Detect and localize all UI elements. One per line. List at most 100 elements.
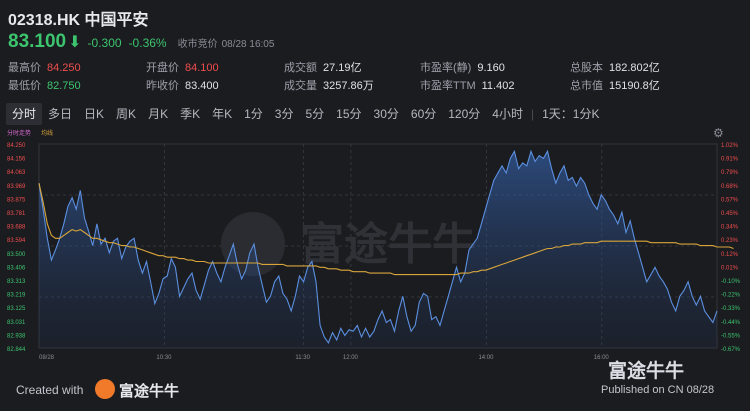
stat-9: 总市值 15190.8亿 [570, 77, 660, 93]
y-right-tick: 0.79% [721, 170, 739, 176]
tab-0[interactable]: 分时 [6, 103, 43, 125]
price-row: 83.100 ⬇ -0.300 -0.36% 收市竞价 08/28 16:05 [8, 31, 275, 52]
stat-3: 市盈率(静) 9.160 [420, 59, 505, 75]
tab-8[interactable]: 3分 [269, 103, 300, 125]
stat-6: 昨收价 83.400 [146, 77, 219, 93]
stat-8: 市盈率TTM 11.402 [420, 77, 514, 93]
stat-value: 182.802亿 [609, 62, 660, 74]
y-right-tick: 0.23% [721, 238, 739, 244]
tab-9[interactable]: 5分 [299, 103, 330, 125]
stat-1: 开盘价 84.100 [146, 59, 219, 75]
legend-price: 分时走势 [7, 129, 31, 137]
tab-4[interactable]: 月K [142, 103, 174, 125]
y-right-tick: -0.33% [721, 306, 741, 312]
stat-7: 成交量 3257.86万 [284, 77, 374, 93]
stat-value: 82.750 [47, 80, 81, 92]
tab-11[interactable]: 30分 [368, 103, 405, 125]
y-right-tick: 0.57% [721, 197, 739, 203]
stat-label: 最高价 [8, 62, 41, 74]
market-status: 收市竞价 [177, 39, 218, 50]
down-arrow-icon: ⬇ [68, 34, 82, 51]
x-tick: 11:30 [295, 355, 310, 361]
stat-label: 最低价 [8, 80, 41, 92]
y-right-tick: 0.68% [721, 184, 739, 190]
y-left-tick: 83.406 [7, 265, 26, 271]
price-change-pct: -0.36% [128, 36, 167, 50]
y-right-tick: -0.10% [721, 279, 741, 285]
futu-logo-text: 富途牛牛 [119, 383, 180, 400]
y-left-tick: 83.125 [7, 306, 26, 312]
y-left-tick: 84.250 [7, 143, 26, 149]
y-left-tick: 83.031 [7, 320, 26, 326]
footer: Created with 富途牛牛 富途牛牛 Published on CN 0… [0, 361, 750, 411]
y-right-tick: 0.01% [721, 265, 739, 271]
y-left-tick: 82.844 [7, 347, 26, 353]
published-text: Published on CN 08/28 [601, 384, 715, 396]
tab-10[interactable]: 15分 [330, 103, 367, 125]
stat-label: 开盘价 [146, 62, 179, 74]
tab-separator: | [530, 107, 535, 121]
last-price: 83.100 [8, 31, 67, 52]
stat-value: 83.400 [185, 80, 219, 92]
tab-2[interactable]: 日K [78, 103, 110, 125]
stat-value: 27.19亿 [323, 62, 362, 74]
legend-average: 均线 [41, 129, 53, 137]
tab-3[interactable]: 周K [110, 103, 142, 125]
x-tick: 08/28 [39, 355, 55, 361]
x-tick: 10:30 [156, 355, 172, 361]
intraday-chart-svg: 富途牛牛 84.250 84.156 84.063 83.969 83.875 83.781… [7, 129, 741, 361]
y-left-tick: 83.313 [7, 279, 26, 285]
y-right-tick: 0.34% [721, 225, 739, 231]
settings-gear-icon[interactable]: ⚙ [713, 126, 724, 140]
y-left-tick: 83.500 [7, 252, 26, 258]
stat-value: 3257.86万 [323, 80, 374, 92]
intraday-chart[interactable]: 富途牛牛 84.250 84.156 84.063 83.969 83.875 83.781… [5, 126, 745, 374]
stat-0: 最高价 84.250 [8, 59, 81, 75]
tab-13[interactable]: 120分 [442, 103, 486, 125]
stat-label: 总市值 [570, 80, 603, 92]
stat-value: 84.250 [47, 62, 81, 74]
y-right-tick: 0.91% [721, 157, 739, 163]
y-left-tick: 83.875 [7, 197, 26, 203]
stat-label: 昨收价 [146, 80, 179, 92]
y-left-tick: 82.938 [7, 333, 26, 339]
tab-7[interactable]: 1分 [238, 103, 269, 125]
y-left-tick: 83.969 [7, 184, 26, 190]
y-right-tick: -0.22% [721, 293, 741, 299]
price-change: -0.300 [87, 36, 122, 50]
stat-label: 总股本 [570, 62, 603, 74]
y-right-tick: -0.55% [721, 333, 741, 339]
stock-title: 02318.HK 中国平安 [8, 12, 149, 29]
period-tabs: 分时 多日 日K 周K 月K 季K 年K 1分 3分 5分 15分 30分 60分 120分 4小时 | 1天：… [6, 103, 605, 125]
x-tick: 14:00 [478, 355, 494, 361]
quote-time: 08/28 16:05 [221, 39, 275, 50]
stat-4: 总股本 182.802亿 [570, 59, 660, 75]
y-left-tick: 84.063 [7, 170, 26, 176]
tab-1[interactable]: 多日 [42, 103, 78, 125]
tab-15[interactable]: 1天：1分K [536, 103, 605, 125]
stat-value: 84.100 [185, 62, 219, 74]
created-with-text: Created with [16, 383, 84, 397]
x-tick: 12:00 [343, 355, 359, 361]
stat-label: 成交量 [284, 80, 317, 92]
watermark-brand: 富途牛牛 [608, 361, 685, 382]
stat-value: 9.160 [477, 62, 505, 74]
stat-2: 成交额 27.19亿 [284, 59, 362, 75]
tab-5[interactable]: 季K [174, 103, 206, 125]
tab-6[interactable]: 年K [206, 103, 238, 125]
y-left-tick: 83.219 [7, 293, 26, 299]
quote-header: 02318.HK 中国平安 83.100 ⬇ -0.300 -0.36% 收市竞… [0, 0, 750, 95]
y-right-tick: -0.67% [721, 347, 741, 353]
tab-12[interactable]: 60分 [405, 103, 442, 125]
y-right-tick: 0.12% [721, 252, 739, 258]
stat-label: 市盈率TTM [420, 80, 476, 92]
stat-label: 市盈率(静) [420, 62, 472, 74]
stat-5: 最低价 82.750 [8, 77, 81, 93]
y-right-tick: 0.45% [721, 211, 739, 217]
futu-logo-icon [95, 379, 115, 399]
tab-14[interactable]: 4小时 [486, 103, 529, 125]
y-right-tick: 1.02% [721, 143, 739, 149]
y-left-tick: 84.156 [7, 157, 26, 163]
chart-watermark: 富途牛牛 [300, 219, 476, 270]
stat-value: 11.402 [481, 80, 515, 92]
